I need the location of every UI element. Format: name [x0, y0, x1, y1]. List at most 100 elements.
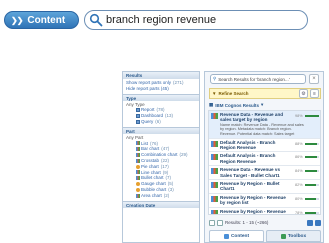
- search-field[interactable]: [84, 10, 308, 30]
- first-page-button[interactable]: [209, 219, 215, 226]
- facet-item-label: Query: [141, 118, 154, 124]
- report-chart-icon: [211, 209, 218, 214]
- result-item[interactable]: Default Analysis - Branch Region Revenue…: [209, 152, 320, 167]
- relevance-bar: [305, 211, 319, 214]
- facet-item[interactable]: Query (6): [126, 119, 196, 125]
- prev-page-button[interactable]: [217, 219, 223, 226]
- facet-item-count: (29): [179, 152, 188, 158]
- refine-search-label: Refine Search: [218, 91, 249, 96]
- result-description: Name match: Revenue Data - Revenue and s…: [220, 122, 304, 136]
- result-title[interactable]: Revenue Data - Revenue vs Sales Target -…: [220, 167, 290, 178]
- result-score: 88%: [295, 141, 303, 146]
- results-search-label: Search Results for 'branch region...': [218, 76, 290, 82]
- result-item[interactable]: Revenue Data - Revenue vs Sales Target -…: [209, 166, 320, 181]
- tab-label: Toolbox: [287, 233, 307, 239]
- source-selector[interactable]: ▦ IBM Cognos Results ▾: [209, 102, 263, 108]
- facet-section-body: Any Type Report (78) Dashboard (13) Query (6): [123, 101, 199, 127]
- report-chart-icon: [211, 195, 218, 202]
- chevron-right-icon: ❯❯: [11, 15, 23, 25]
- tab-label: Content: [230, 233, 250, 239]
- facet-item-label: Area chart: [141, 192, 162, 198]
- facet-item-count: (13): [165, 113, 174, 119]
- facet-section-body: Any Part List (76) Bar chart (47) Combination…: [123, 134, 199, 201]
- chart-icon: [136, 193, 140, 198]
- chart-icon: [136, 170, 140, 175]
- chart-icon: [136, 147, 140, 152]
- report-icon: [136, 108, 140, 113]
- tab-toolbox[interactable]: Toolbox: [266, 230, 321, 242]
- facets-panel: Results Show report parts only (271) Hide r…: [122, 71, 200, 243]
- facet-section-header[interactable]: Creation Date: [123, 200, 199, 208]
- facet-item[interactable]: Hide report parts (45): [126, 86, 196, 92]
- pie-chart-icon: [136, 164, 140, 169]
- relevance-bar-fill: [305, 184, 317, 187]
- pager: Results: 1 - 15 (~266): [209, 218, 321, 227]
- pager-label: Results: 1 - 15 (~266): [225, 220, 269, 225]
- chart-icon: [136, 176, 140, 181]
- result-score: 78%: [295, 210, 303, 215]
- settings-button[interactable]: ⚙: [299, 89, 308, 98]
- report-icon: [136, 119, 140, 124]
- report-chart-icon: [211, 182, 218, 189]
- tab-content[interactable]: Content: [209, 230, 264, 242]
- report-chart-icon: [211, 113, 218, 119]
- relevance-bar-fill: [305, 197, 317, 200]
- content-button-label: Content: [27, 14, 66, 26]
- last-page-button[interactable]: [315, 219, 321, 226]
- relevance-bar-fill: [305, 211, 316, 214]
- facet-section-header[interactable]: Part: [123, 126, 199, 134]
- result-title[interactable]: Revenue by Region - Bullet Chart1: [220, 181, 290, 192]
- chart-icon: [136, 141, 140, 146]
- relevance-bar-fill: [305, 115, 319, 117]
- facet-item[interactable]: Area chart (2): [126, 193, 196, 199]
- close-icon[interactable]: ×: [309, 74, 319, 84]
- result-score: 86%: [295, 155, 303, 160]
- content-button[interactable]: ❯❯ Content: [4, 11, 79, 29]
- search-input[interactable]: [106, 14, 296, 26]
- chevron-down-icon: ▾: [261, 102, 264, 107]
- report-icon: [136, 114, 140, 119]
- next-page-button[interactable]: [307, 219, 313, 226]
- search-icon: ⚲: [213, 76, 217, 81]
- result-score: 98%: [295, 114, 303, 118]
- relevance-bar-fill: [305, 156, 318, 159]
- relevance-bar: [305, 170, 319, 173]
- result-item[interactable]: Default Analysis - Branch Region Revenue…: [209, 139, 320, 153]
- facet-section-header[interactable]: Type: [123, 93, 199, 101]
- relevance-bar-fill: [305, 170, 317, 173]
- filter-icon: ▼: [212, 91, 217, 96]
- report-chart-icon: [211, 168, 218, 175]
- relevance-bar: [305, 197, 319, 200]
- pie-chart-icon: [136, 187, 140, 192]
- result-item[interactable]: Revenue by Region - Bullet Chart1 82%: [209, 180, 320, 194]
- panel-tabs: Content Toolbox: [209, 230, 321, 242]
- results-list: Revenue Data - Revenue and sales target …: [208, 110, 321, 215]
- result-title[interactable]: Revenue by Region - Revenue by region li…: [220, 195, 290, 206]
- facet-item-count: (6): [155, 118, 161, 124]
- result-title[interactable]: Default Analysis - Branch Region Revenue: [220, 140, 290, 151]
- facet-section-header[interactable]: Results: [123, 72, 199, 79]
- relevance-bar: [305, 156, 319, 159]
- facet-section-body: Show report parts only (271) Hide report p…: [123, 79, 199, 94]
- result-item[interactable]: Revenue by Region - Revenue by region ch…: [209, 208, 320, 215]
- report-chart-icon: [211, 140, 218, 147]
- result-item[interactable]: Revenue by Region - Revenue by region li…: [209, 194, 320, 208]
- report-chart-icon: [211, 154, 218, 161]
- results-panel: ⚲ Search Results for 'branch region...' …: [204, 71, 324, 243]
- source-label: IBM Cognos Results: [215, 102, 260, 108]
- facet-item-count: (271): [173, 80, 184, 85]
- relevance-bar: [305, 115, 319, 117]
- result-title[interactable]: Revenue by Region - Revenue by region ch…: [220, 209, 290, 214]
- results-search-field[interactable]: ⚲ Search Results for 'branch region...': [210, 74, 306, 84]
- menu-button[interactable]: ≡: [310, 89, 319, 98]
- pie-chart-icon: [136, 182, 140, 187]
- facet-item-label: Hide report parts (45): [126, 85, 169, 91]
- result-title[interactable]: Revenue Data - Revenue and sales target …: [220, 112, 290, 123]
- relevance-bar: [305, 142, 319, 145]
- result-title[interactable]: Default Analysis - Branch Region Revenue: [220, 153, 290, 164]
- result-item[interactable]: Revenue Data - Revenue and sales target …: [209, 111, 320, 139]
- search-icon: [89, 13, 103, 27]
- chart-icon: [136, 158, 140, 163]
- relevance-bar: [305, 184, 319, 187]
- toolbox-icon: [280, 233, 286, 239]
